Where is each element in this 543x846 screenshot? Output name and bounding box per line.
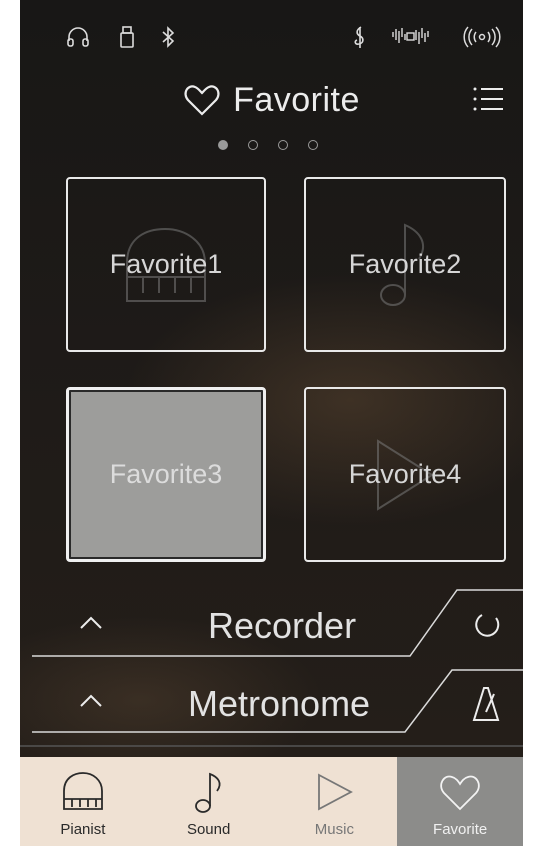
metronome-title[interactable]: Metronome bbox=[188, 668, 370, 740]
page-dot[interactable] bbox=[248, 140, 258, 150]
piano-icon bbox=[62, 772, 103, 810]
tab-favorite[interactable]: Favorite bbox=[397, 757, 523, 846]
tab-sound[interactable]: Sound bbox=[146, 757, 272, 846]
recorder-title[interactable]: Recorder bbox=[208, 590, 356, 662]
favorite-tile-2[interactable]: Favorite2 bbox=[304, 177, 506, 352]
chevron-up-icon[interactable] bbox=[78, 612, 104, 632]
page-dot[interactable] bbox=[278, 140, 288, 150]
music-note-icon bbox=[194, 772, 221, 813]
favorite-tile-4[interactable]: Favorite4 bbox=[304, 387, 506, 562]
bluetooth-icon bbox=[154, 24, 182, 50]
page-dot[interactable] bbox=[308, 140, 318, 150]
favorite-label: Favorite4 bbox=[348, 459, 462, 489]
page-indicator bbox=[218, 140, 318, 150]
bottom-tab-bar: Pianist Sound Music Favorite bbox=[20, 757, 523, 846]
usb-icon bbox=[113, 24, 141, 50]
wireless-icon bbox=[462, 24, 502, 50]
favorite-tile-1[interactable]: Favorite1 bbox=[66, 177, 266, 352]
tab-pianist[interactable]: Pianist bbox=[20, 757, 146, 846]
favorite-label: Favorite1 bbox=[109, 249, 223, 279]
metronome-panel: Metronome bbox=[20, 668, 523, 740]
favorite-tile-3[interactable]: Favorite3 bbox=[66, 387, 266, 562]
tab-label: Pianist bbox=[60, 821, 106, 838]
favorite-label: Favorite3 bbox=[109, 459, 223, 489]
page-header: Favorite bbox=[20, 78, 523, 122]
recorder-panel: Recorder bbox=[20, 590, 523, 662]
tab-label: Favorite bbox=[433, 821, 488, 838]
clef-icon bbox=[346, 24, 374, 50]
heart-icon bbox=[184, 85, 220, 116]
record-circle-icon[interactable] bbox=[458, 596, 518, 656]
headphones-icon bbox=[64, 24, 92, 50]
tab-music[interactable]: Music bbox=[272, 757, 398, 846]
heart-icon bbox=[440, 775, 480, 811]
metronome-icon[interactable] bbox=[456, 672, 516, 732]
tab-label: Music bbox=[314, 821, 354, 838]
page-dot[interactable] bbox=[218, 140, 228, 150]
app-screen: Favorite Favorite1 Favorite2 Favorite3 F… bbox=[20, 0, 523, 757]
sound-wave-icon bbox=[390, 24, 430, 50]
page-title: Favorite bbox=[233, 80, 360, 119]
list-menu-icon[interactable] bbox=[472, 84, 504, 114]
chevron-up-icon[interactable] bbox=[78, 690, 104, 710]
play-icon bbox=[318, 773, 354, 811]
tab-label: Sound bbox=[186, 821, 231, 838]
favorite-label: Favorite2 bbox=[348, 249, 462, 279]
